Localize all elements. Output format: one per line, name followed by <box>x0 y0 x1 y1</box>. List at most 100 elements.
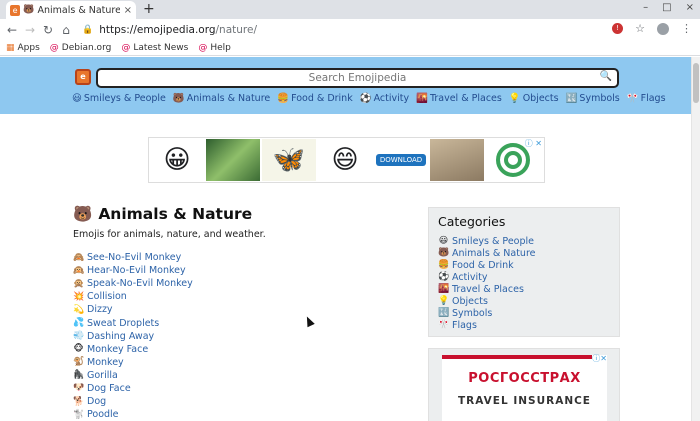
list-item[interactable]: 💥 Collision <box>73 290 193 303</box>
bear-emoji-icon: 🐻 <box>23 5 35 15</box>
new-tab-button[interactable]: + <box>143 1 155 17</box>
bookmark-star-icon[interactable]: ☆ <box>635 22 645 35</box>
light-bulb-emoji-icon: 💡 <box>508 93 521 104</box>
flags-emoji-icon: 🎌 <box>626 93 639 104</box>
soccer-ball-emoji-icon: ⚽ <box>359 93 372 104</box>
list-item[interactable]: 🙈 See-No-Evil Monkey <box>73 251 193 264</box>
minimize-button[interactable]: – <box>643 2 648 13</box>
reload-icon[interactable]: ↻ <box>39 23 57 37</box>
emoji-link[interactable]: Dashing Away <box>87 331 154 342</box>
symbols-emoji-icon: 🔣 <box>565 93 578 104</box>
ad-tagline: TRAVEL INSURANCE <box>458 395 591 407</box>
list-item[interactable]: 🙊 Speak-No-Evil Monkey <box>73 277 193 290</box>
ad-butterfly-image: 🦋 <box>262 139 316 181</box>
debian-swirl-icon: @ <box>121 42 131 53</box>
bookmark-help[interactable]: @ Help <box>198 43 231 53</box>
ad-banner[interactable]: 😀 🦋 😄 DOWNLOAD ⓘ ✕ <box>148 137 545 183</box>
dog-face-icon: 🐶 <box>73 383 85 394</box>
emoji-link[interactable]: Dog Face <box>87 383 131 394</box>
nav-activity[interactable]: ⚽ Activity <box>360 93 409 104</box>
emoji-link[interactable]: Hear-No-Evil Monkey <box>87 265 186 276</box>
nav-objects[interactable]: 💡 Objects <box>509 93 559 104</box>
speak-no-evil-monkey-icon: 🙊 <box>73 278 85 289</box>
list-item[interactable]: 🐩 Poodle <box>73 408 193 421</box>
nav-flags[interactable]: 🎌 Flags <box>627 93 666 104</box>
forward-arrow-icon[interactable]: → <box>21 23 39 37</box>
symbols-emoji-icon: 🔣 <box>438 308 450 318</box>
ad-download-tile: DOWNLOAD <box>374 139 428 181</box>
toolbar-actions: ! ☆ ⋮ <box>612 22 692 35</box>
list-item[interactable]: 🐶 Dog Face <box>73 382 193 395</box>
list-item[interactable]: 🙉 Hear-No-Evil Monkey <box>73 264 193 277</box>
hear-no-evil-monkey-icon: 🙉 <box>73 265 85 276</box>
dashing-away-icon: 💨 <box>73 331 85 342</box>
insurance-ad[interactable]: ⓘ✕ РОСГОССТРАХ TRAVEL INSURANCE <box>442 353 607 421</box>
page-scrollbar[interactable] <box>691 57 700 421</box>
bookmark-latest-news[interactable]: @ Latest News <box>121 43 188 53</box>
download-button[interactable]: DOWNLOAD <box>375 154 427 166</box>
nav-animals-nature[interactable]: 🐻 Animals & Nature <box>173 93 270 104</box>
home-icon[interactable]: ⌂ <box>57 23 75 37</box>
emoji-link[interactable]: Sweat Droplets <box>87 318 159 329</box>
profile-avatar-icon[interactable] <box>657 22 669 35</box>
emoji-link[interactable]: See-No-Evil Monkey <box>87 252 181 263</box>
nav-food-drink[interactable]: 🍔 Food & Drink <box>277 93 352 104</box>
sidebar-item-smileys-people[interactable]: 😃 Smileys & People <box>438 235 610 247</box>
emoji-link[interactable]: Poodle <box>87 409 119 420</box>
emoji-link[interactable]: Speak-No-Evil Monkey <box>87 278 193 289</box>
emoji-link[interactable]: Monkey Face <box>87 344 148 355</box>
browser-tab[interactable]: e 🐻 Animals & Nature Emoji × <box>6 1 136 19</box>
emojipedia-logo[interactable]: e <box>75 69 91 85</box>
sidebar-item-food-drink[interactable]: 🍔 Food & Drink <box>438 259 610 271</box>
emoji-link[interactable]: Dizzy <box>87 304 113 315</box>
emoji-link[interactable]: Dog <box>87 396 106 407</box>
list-item[interactable]: 🐕 Dog <box>73 395 193 408</box>
list-item[interactable]: 💫 Dizzy <box>73 303 193 316</box>
sidebar-item-symbols[interactable]: 🔣 Symbols <box>438 307 610 319</box>
back-arrow-icon[interactable]: ← <box>3 23 21 37</box>
sidebar-item-animals-nature[interactable]: 🐻 Animals & Nature <box>438 247 610 259</box>
adchoices-icon[interactable]: ⓘ✕ <box>592 353 607 364</box>
smiley-emoji-icon: 😃 <box>72 93 82 104</box>
sidebar-item-objects[interactable]: 💡 Objects <box>438 295 610 307</box>
search-icon[interactable]: 🔍 <box>600 71 612 82</box>
adchoices-icon[interactable]: ⓘ ✕ <box>525 138 542 149</box>
emoji-link[interactable]: Gorilla <box>87 370 118 381</box>
list-item[interactable]: 🦍 Gorilla <box>73 369 193 382</box>
extension-icon[interactable]: ! <box>612 23 624 34</box>
tab-close-icon[interactable]: × <box>124 5 132 16</box>
city-sunset-emoji-icon: 🌇 <box>416 93 428 104</box>
menu-kebab-icon[interactable]: ⋮ <box>681 22 692 35</box>
url-path: /nature/ <box>215 23 257 36</box>
close-window-button[interactable]: × <box>686 2 694 13</box>
apps-grid-icon: ▦ <box>6 42 15 53</box>
nav-travel-places[interactable]: 🌇 Travel & Places <box>416 93 502 104</box>
light-bulb-emoji-icon: 💡 <box>438 296 450 306</box>
emoji-link[interactable]: Collision <box>87 291 127 302</box>
sidebar-ad[interactable]: ⓘ✕ РОСГОССТРАХ TRAVEL INSURANCE <box>428 348 620 421</box>
search-input[interactable] <box>98 70 617 86</box>
list-item[interactable]: 💦 Sweat Droplets <box>73 316 193 329</box>
emoji-link[interactable]: Monkey <box>87 357 124 368</box>
ad-brand-name: РОСГОССТРАХ <box>468 371 581 386</box>
sidebar-item-travel-places[interactable]: 🌇 Travel & Places <box>438 283 610 295</box>
sidebar-item-activity[interactable]: ⚽ Activity <box>438 271 610 283</box>
burger-emoji-icon: 🍔 <box>277 93 290 104</box>
list-item[interactable]: 💨 Dashing Away <box>73 330 193 343</box>
list-item[interactable]: 🐵 Monkey Face <box>73 343 193 356</box>
scrollbar-thumb[interactable] <box>693 63 699 103</box>
flags-emoji-icon: 🎌 <box>438 320 450 330</box>
sidebar-item-flags[interactable]: 🎌 Flags <box>438 319 610 331</box>
bookmark-debian[interactable]: @ Debian.org <box>50 43 112 53</box>
list-item[interactable]: 🐒 Monkey <box>73 356 193 369</box>
address-bar[interactable]: 🔒 https://emojipedia.org/nature/ <box>82 20 257 39</box>
maximize-button[interactable]: □ <box>662 2 671 13</box>
poodle-icon: 🐩 <box>73 409 85 420</box>
bookmark-apps[interactable]: ▦ Apps <box>6 43 40 53</box>
see-no-evil-monkey-icon: 🙈 <box>73 252 85 263</box>
nav-smileys-people[interactable]: 😃 Smileys & People <box>72 93 166 104</box>
tab-title: Animals & Nature Emoji <box>37 4 120 16</box>
nav-symbols[interactable]: 🔣 Symbols <box>566 93 620 104</box>
ad-cat-image <box>430 139 484 181</box>
search-box[interactable]: 🔍 <box>96 68 619 88</box>
